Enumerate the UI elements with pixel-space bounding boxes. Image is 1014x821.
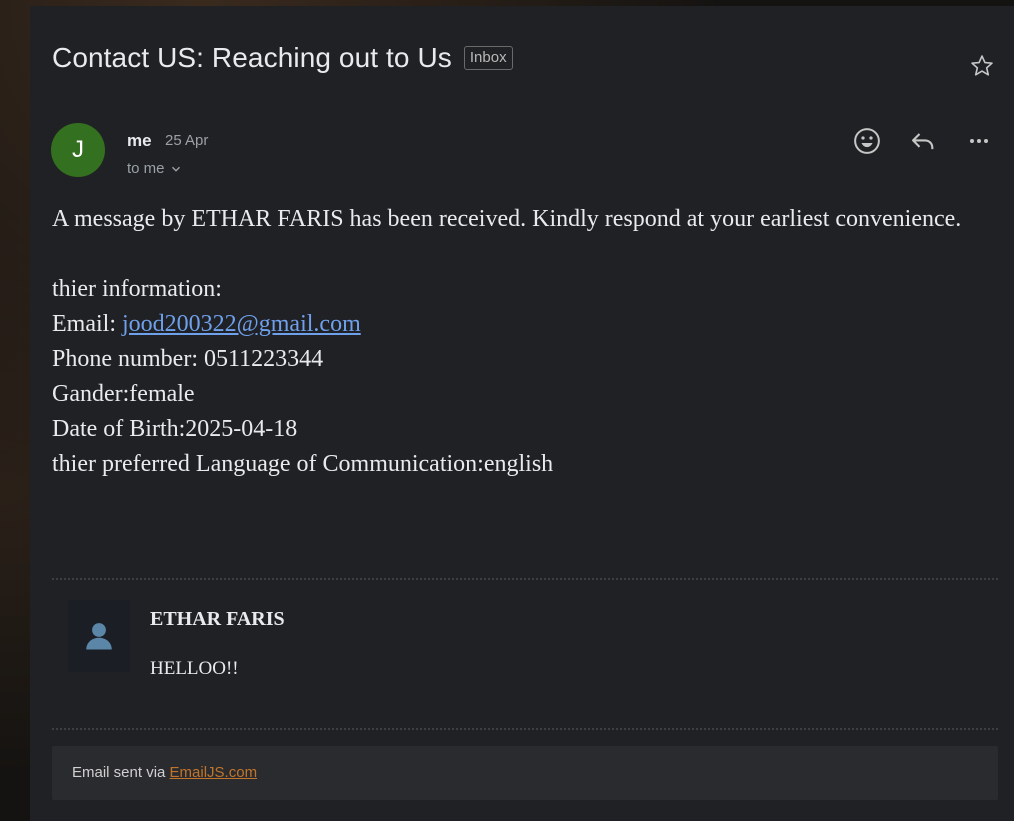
emailjs-link[interactable]: EmailJS.com bbox=[170, 764, 258, 781]
email-body: A message by ETHAR FARIS has been receiv… bbox=[52, 202, 982, 482]
message-actions bbox=[828, 124, 996, 158]
inbox-label[interactable]: Inbox bbox=[463, 46, 513, 70]
emoji-reaction-button[interactable] bbox=[850, 124, 884, 158]
more-options-button[interactable] bbox=[962, 124, 996, 158]
star-icon bbox=[971, 55, 993, 76]
email-footer: Email sent via EmailJS.com bbox=[52, 746, 998, 800]
info-heading: thier information: bbox=[52, 276, 222, 302]
message-author-avatar bbox=[68, 600, 130, 672]
reply-button[interactable] bbox=[906, 124, 940, 158]
recipient-label: to me bbox=[127, 160, 165, 177]
footer-text: Email sent via EmailJS.com bbox=[72, 764, 257, 781]
message-author-name: ETHAR FARIS bbox=[150, 608, 285, 630]
email-label: Email: bbox=[52, 311, 122, 337]
contact-email-link[interactable]: jood200322@gmail.com bbox=[122, 311, 361, 337]
email-date: 25 Apr bbox=[165, 132, 209, 149]
recipient-details-toggle[interactable]: to me bbox=[127, 160, 181, 177]
contact-email-line: Email: jood200322@gmail.com bbox=[52, 307, 982, 342]
email-subject: Contact US: Reaching out to Us bbox=[52, 42, 452, 73]
gender-line: Gander:female bbox=[52, 381, 195, 407]
email-view: Contact US: Reaching out to Us Inbox J m… bbox=[30, 6, 1014, 821]
emoji-icon bbox=[854, 128, 880, 154]
more-icon bbox=[970, 139, 988, 143]
message-text: HELLOO!! bbox=[150, 658, 239, 679]
sender-name[interactable]: me bbox=[127, 131, 152, 151]
body-intro: A message by ETHAR FARIS has been receiv… bbox=[52, 206, 962, 232]
reply-icon bbox=[912, 133, 934, 150]
phone-line: Phone number: 0511223344 bbox=[52, 346, 324, 372]
star-button[interactable] bbox=[968, 52, 996, 80]
subject-row: Contact US: Reaching out to Us Inbox bbox=[52, 42, 513, 74]
divider-bottom bbox=[52, 728, 998, 730]
divider-top bbox=[52, 578, 998, 580]
sender-avatar[interactable]: J bbox=[51, 123, 105, 177]
chevron-down-icon bbox=[171, 166, 180, 172]
language-line: thier preferred Language of Communicatio… bbox=[52, 451, 554, 477]
person-icon bbox=[86, 623, 112, 650]
footer-prefix: Email sent via bbox=[72, 764, 170, 781]
dob-line: Date of Birth:2025-04-18 bbox=[52, 416, 298, 442]
